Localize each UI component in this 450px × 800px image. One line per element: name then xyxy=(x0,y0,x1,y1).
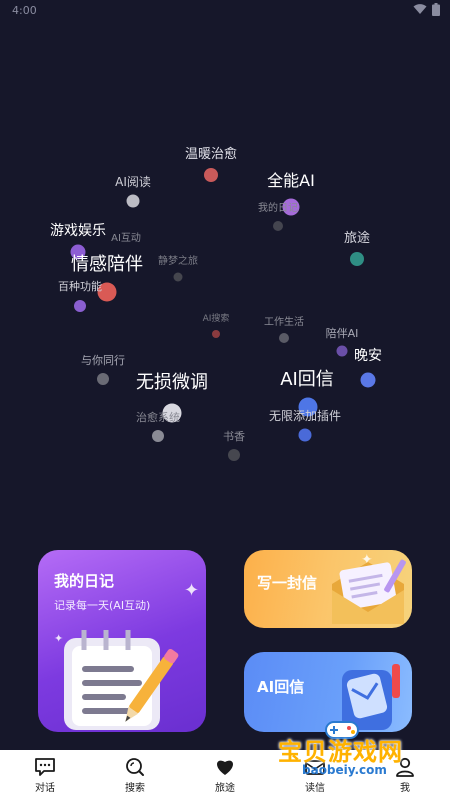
cloud-dot xyxy=(273,221,283,231)
cloud-label-my-diary[interactable]: 我的日记 xyxy=(258,204,298,214)
watermark-logo: 宝贝游戏网 baobeiy.com xyxy=(272,721,422,786)
watermark-text: 宝贝游戏网 xyxy=(278,738,403,766)
reply-card-title: AI回信 xyxy=(257,678,305,696)
cloud-dot xyxy=(173,272,183,282)
cloud-label-companion-ai[interactable]: 陪伴AI xyxy=(326,328,359,339)
cloud-label-good-night[interactable]: 晚安 xyxy=(354,349,382,363)
tab-search[interactable]: 搜索 xyxy=(105,757,165,794)
cloud-label-dream-trip[interactable]: 静梦之旅 xyxy=(158,257,198,267)
diary-card-title: 我的日记 xyxy=(54,572,115,590)
cloud-dot xyxy=(336,345,348,357)
write-letter-card[interactable]: 写一封信 ✦ xyxy=(244,550,412,628)
cloud-dot xyxy=(228,449,240,461)
status-icons xyxy=(413,3,440,16)
cloud-dot xyxy=(152,430,164,442)
notebook-pencil-icon xyxy=(64,630,179,730)
search-icon xyxy=(126,757,144,776)
status-time: 4:00 xyxy=(12,4,37,17)
cloud-dot xyxy=(212,330,220,338)
cloud-dot xyxy=(126,194,140,208)
watermark-url: baobeiy.com xyxy=(302,763,387,777)
my-diary-card[interactable]: 我的日记 记录每一天(AI互动) ✦ ✦ xyxy=(38,550,206,732)
letter-card-title: 写一封信 xyxy=(257,574,318,592)
cloud-label-journey[interactable]: 旅途 xyxy=(344,232,370,245)
chat-icon xyxy=(35,757,55,776)
cloud-dot xyxy=(74,300,86,312)
cloud-label-warm-healing[interactable]: 温暖治愈 xyxy=(185,148,237,161)
tab-chat[interactable]: 对话 xyxy=(15,757,75,794)
cloud-label-work-life[interactable]: 工作生活 xyxy=(264,318,304,328)
diary-card-subtitle: 记录每一天(AI互动) xyxy=(54,599,151,612)
cloud-label-ai-search[interactable]: AI搜索 xyxy=(203,315,230,324)
envelope-letter-icon xyxy=(332,559,406,624)
sparkle-icon: ✦ xyxy=(184,580,200,601)
cloud-label-book-fragrance[interactable]: 书香 xyxy=(223,431,245,442)
battery-icon xyxy=(432,3,440,16)
cloud-dot xyxy=(350,252,364,266)
cloud-label-walk-with-you[interactable]: 与你同行 xyxy=(81,355,125,366)
cloud-label-all-round-ai[interactable]: 全能AI xyxy=(267,173,315,189)
cloud-dot xyxy=(360,372,376,388)
cloud-dot xyxy=(298,428,312,442)
keyword-cloud[interactable]: 温暖治愈 AI阅读 全能AI 我的日记 游戏娱乐 AI互动 旅途 情感陪伴 静梦… xyxy=(0,120,450,480)
heart-icon xyxy=(217,760,233,775)
cloud-label-unlimited-plugins[interactable]: 无限添加插件 xyxy=(269,410,341,422)
cloud-dot xyxy=(204,168,218,182)
cloud-label-ai-reply[interactable]: AI回信 xyxy=(280,371,334,389)
tab-journey[interactable]: 旅途 xyxy=(195,757,255,794)
cloud-label-emotional-companion[interactable]: 情感陪伴 xyxy=(71,256,143,274)
tab-search-label: 搜索 xyxy=(125,782,145,794)
cloud-dot xyxy=(279,333,289,343)
wifi-icon xyxy=(413,4,427,14)
cloud-label-games[interactable]: 游戏娱乐 xyxy=(50,224,106,238)
cloud-label-ai-reading[interactable]: AI阅读 xyxy=(115,176,151,188)
tab-chat-label: 对话 xyxy=(35,782,55,794)
cloud-label-healing-system[interactable]: 治愈系统 xyxy=(136,412,180,423)
tab-journey-label: 旅途 xyxy=(215,782,235,794)
cloud-label-lossless-tuning[interactable]: 无损微调 xyxy=(136,374,208,392)
cloud-dot xyxy=(97,373,109,385)
status-bar: 4:00 xyxy=(0,0,450,22)
cloud-label-many-features[interactable]: 百种功能 xyxy=(58,281,102,292)
cloud-label-ai-interaction[interactable]: AI互动 xyxy=(111,234,141,244)
